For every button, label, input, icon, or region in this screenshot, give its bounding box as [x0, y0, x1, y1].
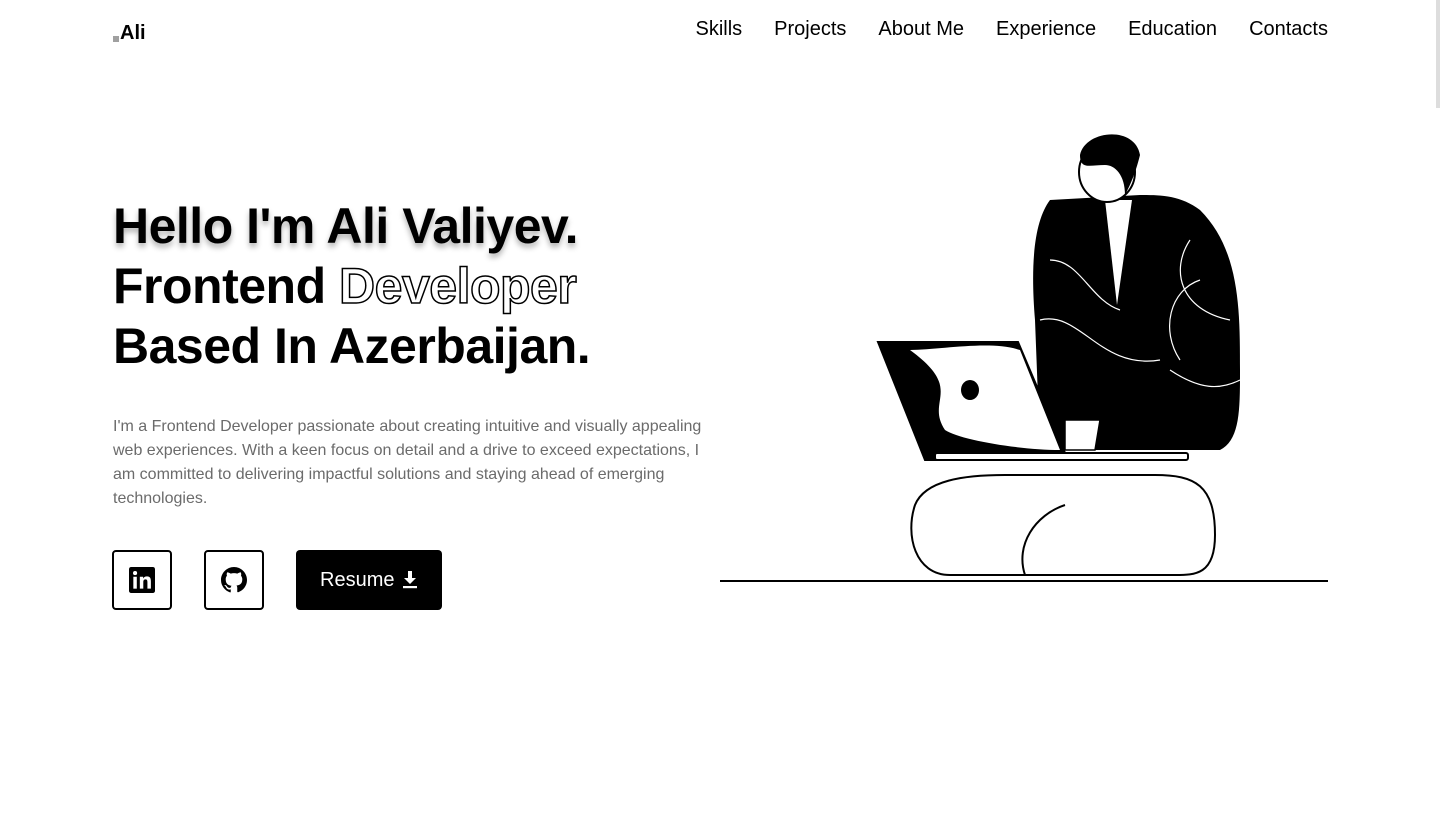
nav-contacts[interactable]: Contacts	[1249, 18, 1328, 41]
main-nav: Skills Projects About Me Experience Educ…	[696, 18, 1329, 41]
nav-education[interactable]: Education	[1128, 18, 1217, 41]
nav-about-me[interactable]: About Me	[878, 18, 964, 41]
hero-description: I'm a Frontend Developer passionate abou…	[113, 418, 702, 507]
logo-dot	[113, 36, 119, 42]
nav-experience[interactable]: Experience	[996, 18, 1096, 41]
linkedin-button[interactable]	[112, 550, 172, 610]
github-icon	[221, 567, 247, 593]
nav-skills[interactable]: Skills	[696, 18, 743, 41]
resume-label: Resume	[320, 568, 395, 591]
hero-location-a: Based In	[113, 318, 329, 374]
download-icon	[403, 571, 418, 589]
logo-text: Ali	[120, 22, 146, 44]
hero-heading: Hello I'm Ali Valiyev. Frontend Develope…	[113, 196, 591, 376]
hero-actions: Resume	[112, 550, 443, 610]
scrollbar[interactable]	[1436, 0, 1440, 108]
logo[interactable]: Ali	[113, 22, 146, 45]
hero-greeting: Hello I'm	[113, 198, 327, 254]
hero-name: Ali Valiyev.	[326, 198, 578, 254]
developer-illustration	[720, 134, 1328, 582]
hero-role-b: Developer	[338, 257, 577, 315]
nav-projects[interactable]: Projects	[774, 18, 846, 41]
hero-location-b: Azerbaijan.	[328, 318, 591, 374]
hero-role-a: Frontend	[113, 258, 340, 314]
resume-button[interactable]: Resume	[296, 550, 443, 610]
github-button[interactable]	[204, 550, 264, 610]
linkedin-icon	[129, 567, 155, 593]
